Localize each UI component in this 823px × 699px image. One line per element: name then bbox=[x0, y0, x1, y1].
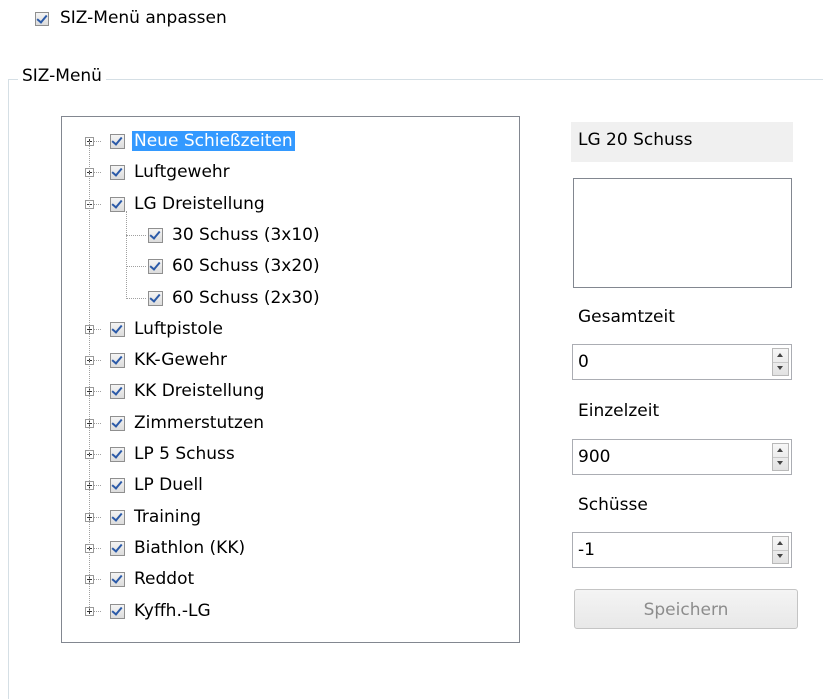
tree-item-label[interactable]: 60 Schuss (2x30) bbox=[170, 288, 322, 308]
tree-item-checkbox[interactable] bbox=[110, 572, 125, 588]
tree-connector-line bbox=[94, 360, 101, 362]
tree-item-label[interactable]: LP 5 Schuss bbox=[132, 444, 237, 464]
tree-item-checkbox[interactable] bbox=[110, 447, 125, 462]
tree-connector-line bbox=[94, 547, 101, 549]
tree-item-checkbox[interactable] bbox=[110, 478, 125, 494]
tree-item-checkbox[interactable] bbox=[110, 415, 125, 431]
tree-connector-line bbox=[94, 203, 101, 205]
tree-item-label[interactable]: Zimmerstutzen bbox=[132, 413, 266, 433]
tree-item[interactable]: Training bbox=[62, 506, 519, 530]
tree-connector-line bbox=[126, 234, 146, 236]
tree-child-item[interactable]: 30 Schuss (3x10) bbox=[62, 224, 519, 248]
tree-item[interactable]: LP Duell bbox=[62, 474, 519, 498]
tree-connector-line bbox=[94, 328, 101, 330]
tree-item-checkbox[interactable] bbox=[148, 259, 163, 275]
tree-item-label[interactable]: Neue Schießzeiten bbox=[132, 131, 295, 151]
tree-item-checkbox[interactable] bbox=[110, 540, 125, 556]
tree-item-checkbox[interactable] bbox=[110, 603, 125, 619]
tree-connector-line bbox=[94, 579, 101, 581]
tree-item-checkbox[interactable] bbox=[110, 165, 125, 181]
tree-item-label[interactable]: KK Dreistellung bbox=[132, 381, 266, 401]
tree-branch-line bbox=[126, 210, 127, 298]
spin-down-icon[interactable] bbox=[773, 550, 788, 563]
customize-checkbox[interactable] bbox=[35, 12, 49, 26]
total-time-value[interactable]: 0 bbox=[578, 352, 589, 372]
spin-down-icon[interactable] bbox=[773, 457, 788, 470]
spin-down-icon[interactable] bbox=[773, 362, 788, 375]
tree-item-checkbox[interactable] bbox=[110, 321, 125, 337]
siz-menu-tree[interactable]: Neue Schießzeiten Luftgewehr LG Dreistellu… bbox=[61, 116, 520, 643]
tree-item-label[interactable]: Kyffh.-LG bbox=[132, 601, 213, 621]
tree-item-label[interactable]: 60 Schuss (3x20) bbox=[170, 256, 322, 276]
tree-item[interactable]: Luftpistole bbox=[62, 318, 519, 342]
tree-item-label[interactable]: LP Duell bbox=[132, 475, 205, 495]
tree-item[interactable]: LP 5 Schuss bbox=[62, 443, 519, 467]
tree-trunk-line bbox=[89, 141, 90, 611]
tree-item-label[interactable]: Reddot bbox=[132, 569, 196, 589]
tree-item-label[interactable]: Luftpistole bbox=[132, 319, 225, 339]
tree-item-checkbox[interactable] bbox=[110, 134, 125, 149]
tree-item[interactable]: KK-Gewehr bbox=[62, 349, 519, 373]
spin-up-icon[interactable] bbox=[773, 349, 788, 363]
tree-item-label[interactable]: 30 Schuss (3x10) bbox=[170, 225, 322, 245]
tree-item-label[interactable]: Luftgewehr bbox=[132, 162, 232, 182]
tree-item[interactable]: KK Dreistellung bbox=[62, 380, 519, 404]
tree-connector-line bbox=[94, 610, 101, 612]
total-time-spin-buttons[interactable] bbox=[772, 348, 789, 376]
tree-connector-line bbox=[94, 422, 101, 424]
tree-child-item[interactable]: 60 Schuss (3x20) bbox=[62, 255, 519, 279]
tree-item[interactable]: Luftgewehr bbox=[62, 161, 519, 185]
item-description-box[interactable] bbox=[573, 178, 792, 288]
tree-item[interactable]: Kyffh.-LG bbox=[62, 600, 519, 624]
group-title: SIZ-Menü bbox=[18, 66, 106, 86]
single-time-stepper[interactable]: 900 bbox=[572, 439, 792, 475]
shots-spin-buttons[interactable] bbox=[772, 536, 789, 564]
tree-connector-line bbox=[94, 454, 101, 455]
shots-value[interactable]: -1 bbox=[578, 540, 595, 560]
item-name-display: LG 20 Schuss bbox=[571, 122, 793, 162]
tree-item-checkbox[interactable] bbox=[110, 196, 125, 212]
tree-item-checkbox[interactable] bbox=[110, 509, 125, 525]
single-time-label: Einzelzeit bbox=[578, 401, 660, 421]
single-time-spin-buttons[interactable] bbox=[772, 443, 789, 471]
tree-item-checkbox[interactable] bbox=[110, 353, 125, 369]
tree-connector-line bbox=[126, 297, 146, 299]
shots-label: Schüsse bbox=[578, 495, 648, 515]
tree-item[interactable]: Biathlon (KK) bbox=[62, 537, 519, 561]
tree-child-item[interactable]: 60 Schuss (2x30) bbox=[62, 287, 519, 311]
item-name-text: LG 20 Schuss bbox=[578, 130, 693, 150]
total-time-label: Gesamtzeit bbox=[578, 307, 675, 327]
shots-stepper[interactable]: -1 bbox=[572, 532, 792, 568]
tree-item-label[interactable]: Biathlon (KK) bbox=[132, 538, 247, 558]
tree-item[interactable]: Neue Schießzeiten bbox=[62, 130, 519, 154]
tree-item-checkbox[interactable] bbox=[148, 227, 163, 243]
tree-item-label[interactable]: Training bbox=[132, 507, 203, 527]
spin-up-icon[interactable] bbox=[773, 537, 788, 551]
tree-connector-line bbox=[94, 516, 101, 518]
tree-item[interactable]: Zimmerstutzen bbox=[62, 412, 519, 436]
tree-item[interactable]: Reddot bbox=[62, 568, 519, 592]
save-button[interactable]: Speichern bbox=[574, 589, 798, 629]
total-time-stepper[interactable]: 0 bbox=[572, 344, 792, 380]
tree-item-label[interactable]: KK-Gewehr bbox=[132, 350, 229, 370]
tree-item-checkbox[interactable] bbox=[148, 290, 163, 306]
tree-connector-line bbox=[94, 141, 101, 142]
tree-connector-line bbox=[94, 391, 101, 393]
customize-label[interactable]: SIZ-Menü anpassen bbox=[60, 8, 227, 28]
single-time-value[interactable]: 900 bbox=[578, 447, 610, 467]
tree-item-label[interactable]: LG Dreistellung bbox=[132, 194, 267, 214]
spin-up-icon[interactable] bbox=[773, 444, 788, 458]
tree-item[interactable]: LG Dreistellung bbox=[62, 193, 519, 217]
tree-connector-line bbox=[126, 266, 146, 268]
tree-item-checkbox[interactable] bbox=[110, 384, 125, 400]
tree-connector-line bbox=[94, 485, 101, 487]
tree-connector-line bbox=[94, 172, 101, 174]
